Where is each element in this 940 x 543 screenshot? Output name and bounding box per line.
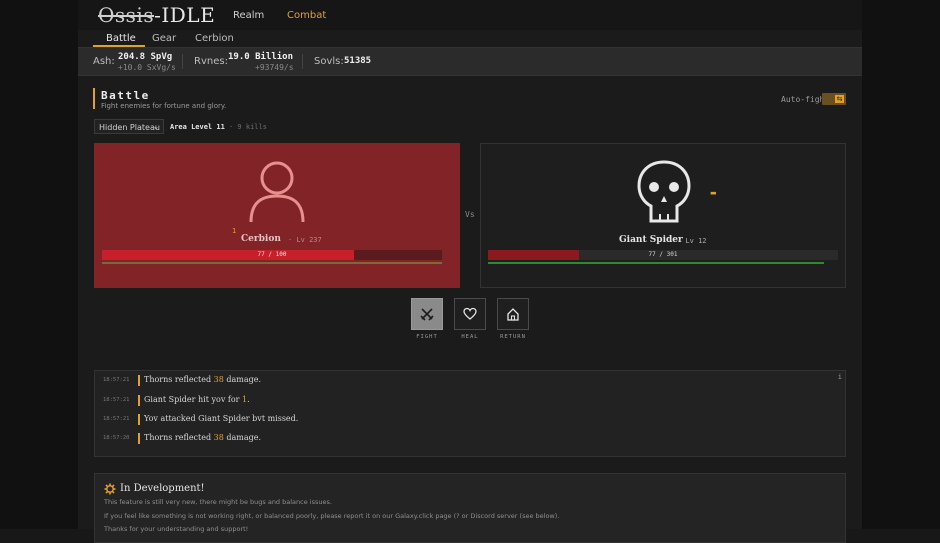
sub-tabs: Battle Gear Cerbion <box>78 31 862 47</box>
dev-line: If you feel like something is not workin… <box>104 512 560 520</box>
dev-title: In Development! <box>120 483 205 494</box>
user-icon <box>249 161 305 223</box>
log-accent-bar <box>138 414 140 425</box>
return-button[interactable] <box>497 298 529 330</box>
log-highlight: 38 <box>213 433 224 442</box>
resource-divider <box>182 54 183 69</box>
log-text-part: Thorns reflected <box>144 375 214 384</box>
enemy-level: · Lv 12 <box>677 237 707 245</box>
app-container: Ossis-IDLE Realm Combat Battle Gear Cerb… <box>78 0 862 543</box>
damage-marker: ▬ <box>710 189 717 197</box>
log-text: Thorns reflected 38 damage. <box>144 433 261 442</box>
gear-icon <box>104 483 116 495</box>
home-icon <box>507 308 519 321</box>
log-text-part: damage. <box>223 433 262 442</box>
battle-title: Battle <box>101 89 150 102</box>
dev-line: Thanks for your understanding and suppor… <box>104 525 249 533</box>
toggle-knob-icon: ⇆ <box>835 95 844 103</box>
log-text-part: Yov attacked Giant Spider bvt missed. <box>144 414 299 423</box>
ash-value: 204.8 SpVg <box>118 52 173 62</box>
heal-label: HEAL <box>461 334 479 340</box>
fight-label: FIGHT <box>416 334 438 340</box>
app-logo[interactable]: Ossis-IDLE <box>98 3 215 27</box>
log-text-part: damage. <box>223 375 262 384</box>
dev-line: This feature is still very new, there mi… <box>104 498 332 506</box>
nav-realm[interactable]: Realm <box>233 10 264 21</box>
autofight-toggle[interactable]: ⇆ <box>822 93 846 105</box>
return-label: RETURN <box>500 334 526 340</box>
battle-subtitle: Fight enemies for fortune and glory. <box>101 102 227 110</box>
log-text: Thorns reflected 38 damage. <box>144 375 261 384</box>
right-margin <box>862 0 940 529</box>
tab-gear[interactable]: Gear <box>152 33 176 44</box>
log-text-part: . <box>247 395 250 404</box>
dev-notice: In Development! This feature is still ve… <box>94 473 846 543</box>
left-margin <box>0 0 78 529</box>
souls-value: 51385 <box>344 56 372 66</box>
resource-bar: Ash: 204.8 SpVg +10.0 SxVg/s Rvnes: 19.0… <box>78 47 862 76</box>
log-accent-bar <box>138 395 140 406</box>
log-text: Yov attacked Giant Spider bvt missed. <box>144 414 298 423</box>
vs-label: Vs <box>465 210 475 219</box>
skull-icon <box>637 160 691 223</box>
runes-value: 19.0 Billion <box>228 52 294 62</box>
fight-button[interactable] <box>411 298 443 330</box>
log-accent-bar <box>138 375 140 386</box>
player-secondary-bar <box>102 262 442 264</box>
area-level: Area Level 11 <box>170 123 225 131</box>
info-icon[interactable]: i <box>838 373 842 381</box>
log-text-part: Thorns reflected <box>144 433 214 442</box>
runes-rate: +93749/s <box>255 63 294 72</box>
log-time: 18:57:21 <box>103 377 130 383</box>
chevron-down-icon: ⌄ <box>153 123 159 131</box>
enemy-hp-text: 77 / 301 <box>648 251 678 258</box>
area-select[interactable]: Hidden Plateau ⌄ <box>94 119 164 134</box>
player-panel: 1 Cerbion · Lv 237 77 / 100 <box>94 143 460 288</box>
enemy-secondary-bar <box>488 262 824 264</box>
souls-label: Sovls: <box>314 56 344 67</box>
area-select-value: Hidden Plateau <box>99 123 160 132</box>
enemy-name: Giant Spider <box>619 235 683 245</box>
combat-log[interactable]: i 18:57:21 Thorns reflected 38 damage. 1… <box>94 370 846 457</box>
logo-struck-text: Ossis <box>98 3 155 27</box>
player-level: · Lv 237 <box>288 236 322 244</box>
logo-text: -IDLE <box>154 3 216 27</box>
heart-icon <box>463 307 477 320</box>
section-accent-bar <box>93 88 95 109</box>
tab-cerbion[interactable]: Cerbion <box>195 33 234 44</box>
ash-label: Ash: <box>93 56 115 67</box>
log-accent-bar <box>138 433 140 444</box>
ash-rate: +10.0 SxVg/s <box>118 63 176 72</box>
nav-combat[interactable]: Combat <box>287 10 326 21</box>
log-time: 18:57:21 <box>103 416 130 422</box>
crossed-swords-icon <box>420 308 434 321</box>
heal-button[interactable] <box>454 298 486 330</box>
log-text-part: Giant Spider hit yov for <box>144 395 243 404</box>
tab-battle[interactable]: Battle <box>106 33 136 44</box>
damage-marker: 1 <box>232 227 237 235</box>
log-time: 18:57:21 <box>103 397 130 403</box>
player-name: Cerbion <box>241 234 281 244</box>
enemy-hp-bar: 77 / 301 <box>488 250 838 260</box>
log-highlight: 38 <box>213 375 224 384</box>
runes-label: Rvnes: <box>194 56 228 67</box>
player-hp-text: 77 / 100 <box>257 251 287 258</box>
resource-divider <box>302 54 303 69</box>
top-bar: Ossis-IDLE Realm Combat <box>78 0 862 30</box>
enemy-panel: ▬ Giant Spider · Lv 12 77 / 301 <box>480 143 846 288</box>
log-text: Giant Spider hit yov for 1. <box>144 395 250 404</box>
player-hp-bar: 77 / 100 <box>102 250 442 260</box>
log-time: 18:57:20 <box>103 435 130 441</box>
area-kills: · 9 kills <box>229 123 267 131</box>
